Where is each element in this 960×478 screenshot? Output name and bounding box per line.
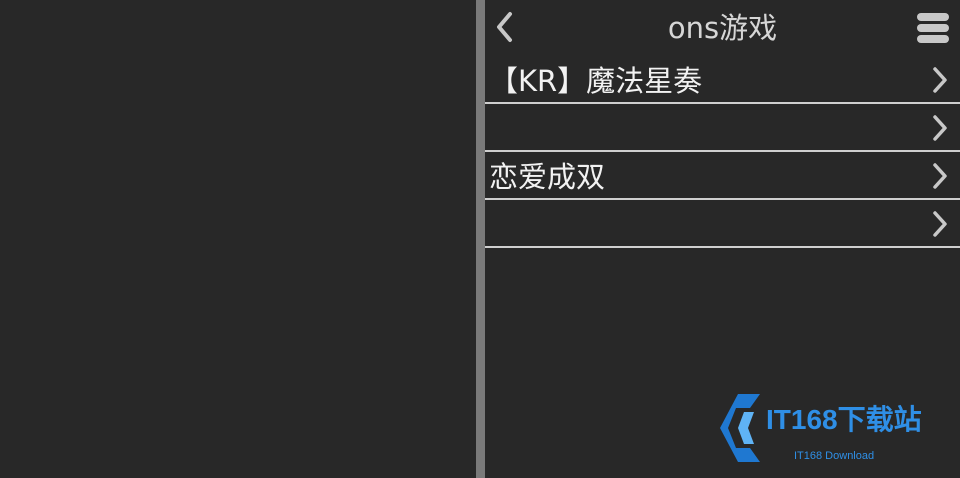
chevron-left-icon — [497, 12, 512, 42]
back-button[interactable] — [491, 10, 521, 44]
chevron-right-icon — [933, 115, 947, 141]
list-item[interactable]: 恋爱成双 — [485, 152, 960, 200]
list-item-label: 【KR】魔法星奏 — [489, 64, 703, 98]
header-bar: ons游戏 — [485, 0, 960, 56]
game-list: 【KR】魔法星奏 恋爱成双 — [485, 56, 960, 248]
page-title: ons游戏 — [667, 11, 778, 45]
list-item[interactable]: 【KR】魔法星奏 — [485, 56, 960, 104]
list-item[interactable] — [485, 104, 960, 152]
hamburger-menu-icon — [917, 13, 949, 43]
site-watermark: IT168下载站 IT168 Download — [714, 390, 954, 470]
pane-divider[interactable] — [476, 0, 485, 478]
chevron-right-icon — [933, 67, 947, 93]
chevron-right-icon — [933, 163, 947, 189]
list-item-label: 恋爱成双 — [489, 160, 606, 194]
left-pane — [0, 0, 476, 478]
chevron-right-icon — [933, 211, 947, 237]
watermark-subtitle: IT168 Download — [794, 450, 875, 462]
menu-button[interactable] — [916, 12, 950, 44]
it168-logo-icon — [720, 394, 760, 462]
app-screen: ons游戏 【KR】魔法星奏 恋爱成双 IT168下载站 IT168 Downl… — [0, 0, 960, 478]
watermark-brand: IT168下载站 — [766, 404, 922, 435]
list-item[interactable] — [485, 200, 960, 248]
